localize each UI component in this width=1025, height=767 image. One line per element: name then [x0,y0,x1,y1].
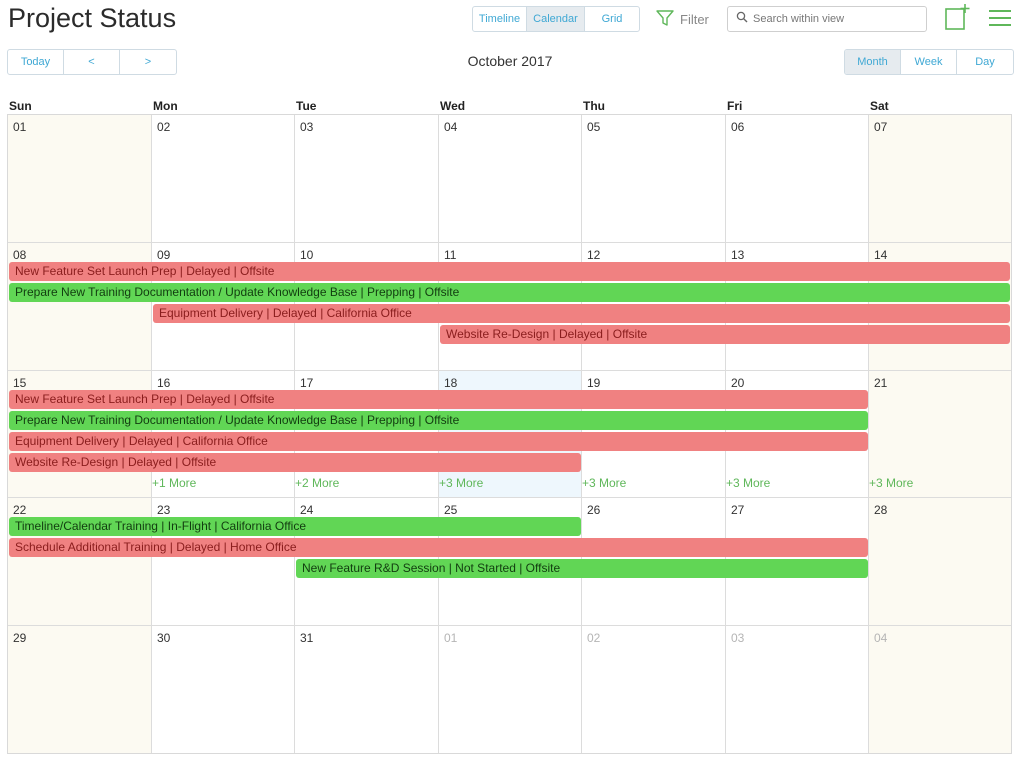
day-cell[interactable]: 03 [295,115,439,243]
day-cell[interactable]: 02 [582,626,726,753]
range-switcher: Month Week Day [844,49,1014,75]
day-cell[interactable]: 04 [869,626,1011,753]
day-cell[interactable]: 28 [869,498,1011,626]
day-number: 22 [13,503,27,517]
day-number: 17 [300,376,314,390]
day-number: 28 [874,503,888,517]
day-cell[interactable]: 30 [152,626,295,753]
view-switcher: Timeline Calendar Grid [472,6,640,32]
day-number: 31 [300,631,314,645]
event-bar[interactable]: Timeline/Calendar Training | In-Flight |… [9,517,581,536]
event-bar[interactable]: New Feature Set Launch Prep | Delayed | … [9,390,868,409]
day-number: 26 [587,503,601,517]
day-cell[interactable]: 31 [295,626,439,753]
weekday-wed: Wed [440,99,466,113]
weekday-sat: Sat [870,99,889,113]
filter-label: Filter [680,12,709,27]
filter-button[interactable]: Filter [656,9,709,30]
add-view-button[interactable] [944,3,972,36]
date-nav: Today < > [7,49,177,75]
month-label: October 2017 [467,53,553,69]
day-number: 03 [731,631,745,645]
day-number: 30 [157,631,171,645]
tab-grid[interactable]: Grid [585,7,639,31]
day-number: 23 [157,503,171,517]
more-events-link[interactable]: +1 More [152,476,196,490]
day-number: 29 [13,631,27,645]
event-bar[interactable]: Schedule Additional Training | Delayed |… [9,538,868,557]
page-title: Project Status [8,3,177,33]
day-number: 02 [157,120,171,134]
tab-calendar[interactable]: Calendar [527,7,585,31]
event-bar[interactable]: New Feature R&D Session | Not Started | … [296,559,868,578]
weekday-fri: Fri [727,99,743,113]
day-number: 01 [444,631,458,645]
more-events-link[interactable]: +3 More [582,476,626,490]
day-number: 08 [13,248,27,262]
day-number: 25 [444,503,458,517]
day-number: 19 [587,376,601,390]
weekday-sun: Sun [9,99,32,113]
hamburger-icon [989,10,1011,26]
weekday-tue: Tue [296,99,317,113]
event-bar[interactable]: Equipment Delivery | Delayed | Californi… [9,432,868,451]
day-number: 03 [300,120,314,134]
day-number: 24 [300,503,314,517]
day-number: 12 [587,248,601,262]
day-number: 04 [444,120,458,134]
day-number: 10 [300,248,314,262]
day-cell[interactable]: 02 [152,115,295,243]
range-week-button[interactable]: Week [901,50,957,74]
day-number: 06 [731,120,745,134]
more-events-link[interactable]: +3 More [439,476,483,490]
day-number: 11 [444,248,457,262]
event-bar[interactable]: Website Re-Design | Delayed | Offsite [9,453,581,472]
add-icon [945,4,970,30]
today-button[interactable]: Today [8,50,64,74]
search-box [727,6,927,32]
day-cell[interactable]: 29 [8,626,152,753]
filter-icon [656,9,674,30]
tab-timeline[interactable]: Timeline [473,7,527,31]
weekday-mon: Mon [153,99,178,113]
more-events-link[interactable]: +3 More [869,476,913,490]
day-number: 05 [587,120,601,134]
day-number: 13 [731,248,745,262]
day-number: 16 [157,376,171,390]
event-bar[interactable]: New Feature Set Launch Prep | Delayed | … [9,262,1010,281]
event-bar[interactable]: Prepare New Training Documentation / Upd… [9,283,1010,302]
search-input[interactable] [753,13,923,25]
event-bar[interactable]: Website Re-Design | Delayed | Offsite [440,325,1010,344]
day-cell[interactable]: 01 [8,115,152,243]
range-month-button[interactable]: Month [845,50,901,74]
prev-month-button[interactable]: < [64,50,120,74]
day-cell[interactable]: 05 [582,115,726,243]
day-number: 27 [731,503,745,517]
weekday-thu: Thu [583,99,605,113]
day-cell[interactable]: 03 [726,626,869,753]
event-bar[interactable]: Equipment Delivery | Delayed | Californi… [153,304,1010,323]
day-number: 09 [157,248,171,262]
more-events-link[interactable]: +2 More [295,476,339,490]
menu-button[interactable] [989,9,1011,32]
day-number: 04 [874,631,888,645]
range-day-button[interactable]: Day [957,50,1013,74]
day-number: 20 [731,376,745,390]
day-number: 15 [13,376,27,390]
calendar-grid: 01 02 03 04 05 06 07 08 09 10 11 12 13 14 15 16 17 18 19 20… [7,114,1012,754]
day-number: 14 [874,248,888,262]
search-icon [736,10,748,28]
day-cell[interactable]: 07 [869,115,1011,243]
day-number: 02 [587,631,601,645]
day-number: 07 [874,120,888,134]
day-cell[interactable]: 06 [726,115,869,243]
day-cell[interactable]: 04 [439,115,582,243]
next-month-button[interactable]: > [120,50,176,74]
more-events-link[interactable]: +3 More [726,476,770,490]
event-bar[interactable]: Prepare New Training Documentation / Upd… [9,411,868,430]
day-number: 01 [13,120,27,134]
day-number: 18 [444,376,458,390]
day-number: 21 [874,376,888,390]
day-cell[interactable]: 01 [439,626,582,753]
